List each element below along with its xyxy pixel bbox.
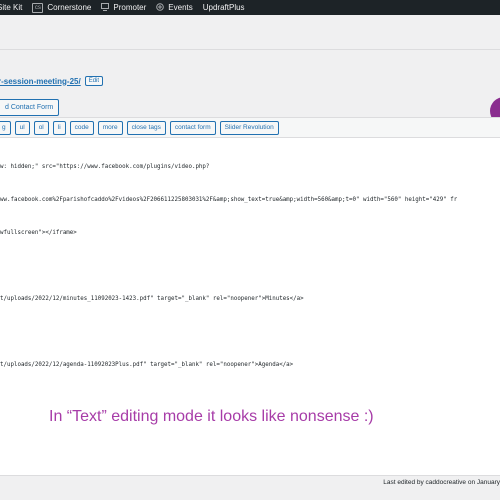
adminbar-events-label: Events xyxy=(168,3,193,12)
code-line: ww.facebook.com%2Fparishofcaddo%2Fvideos… xyxy=(0,197,458,203)
adminbar-promoter-label: Promoter xyxy=(113,3,147,12)
permalink-row: r-session-meeting-25/ Edit xyxy=(0,74,104,88)
adminbar-updraftplus-label: UpdraftPlus xyxy=(202,3,245,12)
header-strip xyxy=(0,15,500,50)
quicktag-slider-revolution-button[interactable]: Slider Revolution xyxy=(219,120,279,135)
admin-bar: Site Kit cs Cornerstone Promoter Events … xyxy=(0,0,500,15)
text-editor: g ul ol li code more close tags contact … xyxy=(0,117,500,476)
quicktags-toolbar: g ul ol li code more close tags contact … xyxy=(0,118,500,138)
cornerstone-icon: cs xyxy=(32,2,44,13)
annotation-caption: In “Text” editing mode it looks like non… xyxy=(49,408,374,425)
quicktag-contact-form-button[interactable]: contact form xyxy=(169,120,216,135)
permalink-link[interactable]: r-session-meeting-25/ xyxy=(0,77,81,86)
quicktag-code-button[interactable]: code xyxy=(69,120,94,135)
quicktag-ol-button[interactable]: ol xyxy=(33,120,49,135)
last-edited-status: Last edited by caddocreative on January xyxy=(383,479,500,486)
quicktag-li-button[interactable]: li xyxy=(52,120,66,135)
adminbar-site-kit-label: Site Kit xyxy=(0,3,23,12)
code-textarea[interactable]: w: hidden;" src="https://www.facebook.co… xyxy=(0,140,500,393)
adminbar-updraftplus[interactable]: UpdraftPlus xyxy=(203,3,245,12)
code-line: wfullscreen"></iframe> xyxy=(0,230,77,236)
promoter-icon xyxy=(101,2,110,13)
quicktag-more-button[interactable]: more xyxy=(97,120,123,135)
adminbar-cornerstone[interactable]: cs Cornerstone xyxy=(32,2,92,13)
permalink-edit-button[interactable]: Edit xyxy=(84,76,104,86)
adminbar-site-kit[interactable]: Site Kit xyxy=(0,3,22,12)
code-line: t/uploads/2022/12/minutes_11092023-1423.… xyxy=(0,296,304,302)
code-line: t/uploads/2022/12/agenda-11092023Plus.pd… xyxy=(0,362,294,368)
quicktag-ul-button[interactable]: ul xyxy=(14,120,30,135)
quicktag-close-tags-button[interactable]: close tags xyxy=(126,120,166,135)
add-contact-form-button[interactable]: d Contact Form xyxy=(0,99,60,116)
quicktag-strong-button[interactable]: g xyxy=(0,120,11,135)
adminbar-cornerstone-label: Cornerstone xyxy=(47,3,92,12)
adminbar-promoter[interactable]: Promoter xyxy=(101,2,147,13)
code-line: w: hidden;" src="https://www.facebook.co… xyxy=(0,164,210,170)
events-icon xyxy=(156,2,165,13)
adminbar-events[interactable]: Events xyxy=(156,2,193,13)
